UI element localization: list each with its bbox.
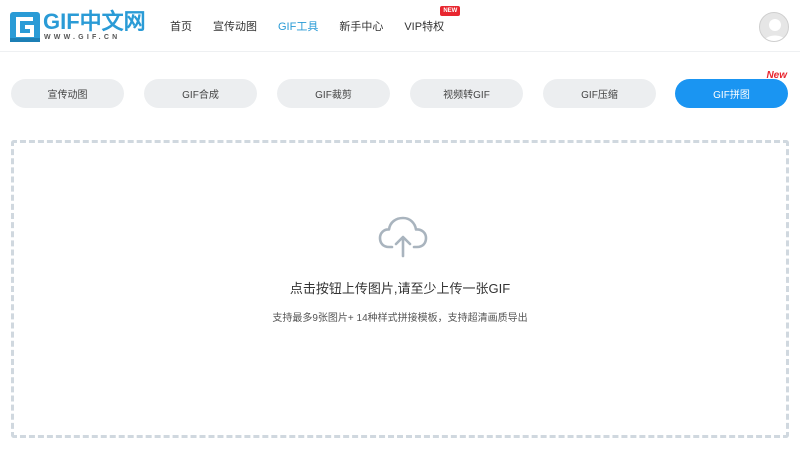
site-logo[interactable]: GIF中文网 WWW.GIF.CN (10, 9, 146, 44)
nav-item-home[interactable]: 首页 (170, 18, 192, 34)
tab-label: GIF拼图 (713, 90, 750, 101)
main-nav: 首页 宣传动图 GIF工具 新手中心 VIP特权 NEW (170, 0, 465, 52)
cloud-upload-icon (378, 216, 428, 258)
tab-label: GIF压缩 (581, 90, 618, 101)
logo-icon (10, 12, 40, 42)
header: GIF中文网 WWW.GIF.CN 首页 宣传动图 GIF工具 新手中心 VIP… (0, 0, 800, 52)
tab-promo-gifs[interactable]: 宣传动图 (11, 79, 124, 108)
tool-tabs: 宣传动图 GIF合成 GIF裁剪 视频转GIF GIF压缩 GIF拼图 New (11, 70, 789, 108)
tab-label: GIF裁剪 (315, 90, 352, 101)
nav-item-promo-gifs[interactable]: 宣传动图 (213, 18, 257, 34)
tab-video-to-gif[interactable]: 视频转GIF (410, 79, 523, 108)
tab-gif-collage[interactable]: GIF拼图 New (675, 70, 788, 108)
new-badge: NEW (440, 6, 461, 16)
logo-title: GIF中文网 (43, 9, 146, 34)
nav-item-vip[interactable]: VIP特权 NEW (404, 6, 461, 34)
nav-item-beginner-center[interactable]: 新手中心 (339, 18, 383, 34)
user-avatar[interactable] (759, 12, 789, 42)
upload-dropzone[interactable]: 点击按钮上传图片,请至少上传一张GIF 支持最多9张图片+ 14种样式拼接模板，… (11, 140, 789, 438)
tab-label: GIF合成 (182, 90, 219, 101)
upload-title: 点击按钮上传图片,请至少上传一张GIF (289, 281, 511, 296)
logo-subtitle: WWW.GIF.CN (44, 34, 121, 41)
upload-subtitle: 支持最多9张图片+ 14种样式拼接模板，支持超清画质导出 (272, 313, 528, 324)
new-tag: New (766, 70, 787, 81)
user-icon (763, 19, 787, 41)
tab-label: 宣传动图 (47, 90, 88, 101)
nav-item-gif-tools[interactable]: GIF工具 (278, 18, 318, 34)
tab-gif-compose[interactable]: GIF合成 (144, 79, 257, 108)
tab-gif-compress[interactable]: GIF压缩 (543, 79, 656, 108)
nav-item-vip-label: VIP特权 (404, 21, 445, 33)
tab-gif-crop[interactable]: GIF裁剪 (277, 79, 390, 108)
tab-label: 视频转GIF (443, 90, 490, 101)
